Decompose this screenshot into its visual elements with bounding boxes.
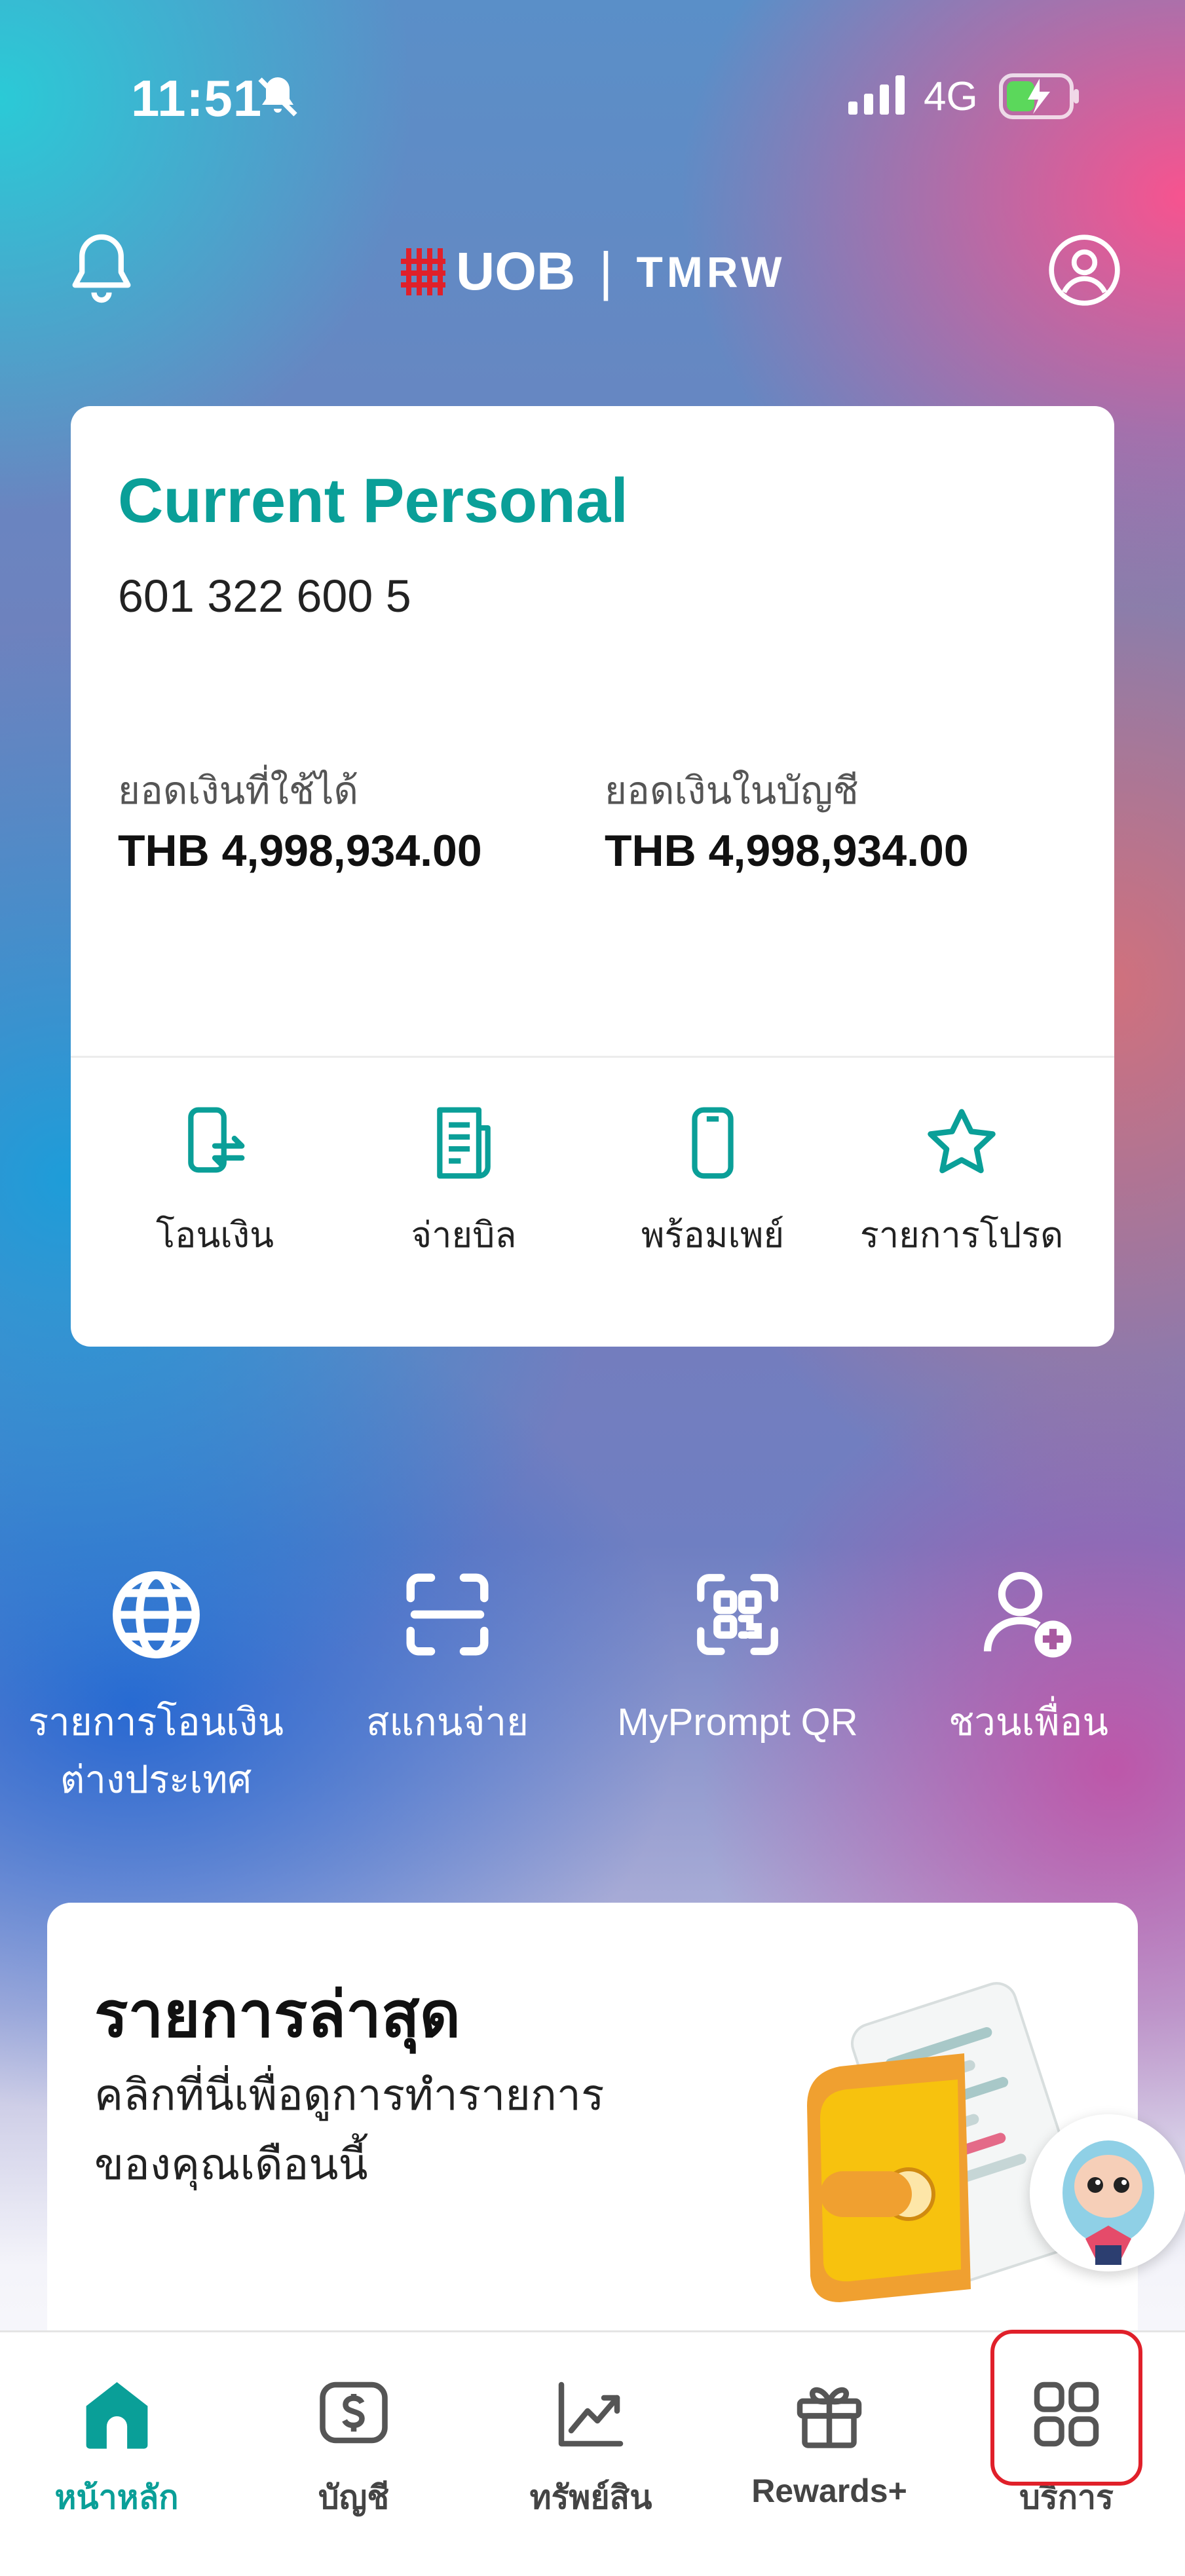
promptpay-button[interactable]: พร้อมเพย์ <box>588 1100 837 1263</box>
myprompt-qr-label: MyPrompt QR <box>617 1701 858 1744</box>
qr-icon <box>593 1559 882 1670</box>
assistant-avatar[interactable] <box>1030 2114 1185 2271</box>
myprompt-qr-button[interactable]: MyPrompt QR <box>593 1559 882 1751</box>
network-type: 4G <box>924 74 978 119</box>
add-friend-icon <box>884 1559 1173 1670</box>
transfer-button[interactable]: โอนเงิน <box>90 1100 339 1263</box>
robot-mascot-icon <box>1063 2140 1154 2265</box>
recent-transactions-card[interactable]: รายการล่าสุด คลิกที่นี่เพื่อดูการทำรายกา… <box>47 1903 1138 2361</box>
nav-rewards[interactable]: Rewards+ <box>731 2332 928 2510</box>
nav-accounts-label: บัญชี <box>318 2479 390 2516</box>
promptpay-label: พร้อมเพย์ <box>641 1216 785 1255</box>
notification-bell-icon[interactable] <box>66 229 138 311</box>
home-screen: 11:51 4G UOB | TMRW Current Personal 601… <box>0 0 1185 2576</box>
pay-bill-label: จ่ายบิล <box>411 1216 517 1255</box>
nav-accounts[interactable]: บัญชี <box>255 2332 452 2524</box>
intl-transfer-label-1: รายการโอนเงิน <box>28 1701 284 1744</box>
pay-bill-button[interactable]: จ่ายบิล <box>339 1100 588 1263</box>
nav-assets-label: ทรัพย์สิน <box>529 2479 652 2516</box>
account-number: 601 322 600 5 <box>118 570 411 622</box>
silent-bell-icon <box>254 73 301 124</box>
nav-home[interactable]: หน้าหลัก <box>18 2332 215 2524</box>
account-card[interactable]: Current Personal 601 322 600 5 ยอดเงินที… <box>71 406 1114 1347</box>
scan-pay-button[interactable]: สแกนจ่าย <box>303 1559 592 1751</box>
invite-friend-label: ชวนเพื่อน <box>948 1701 1109 1744</box>
intl-transfer-label-2: ต่างประเทศ <box>60 1759 252 1801</box>
brand-secondary: TMRW <box>636 248 786 296</box>
recent-subtitle: คลิกที่นี่เพื่อดูการทำรายการ ของคุณเดือน… <box>94 2060 684 2199</box>
ledger-balance-label: ยอดเงินในบัญชี <box>605 770 859 812</box>
nav-home-label: หน้าหลัก <box>54 2479 179 2516</box>
account-title: Current Personal <box>118 466 628 536</box>
battery-icon <box>999 73 1081 122</box>
brand-divider: | <box>599 242 613 301</box>
home-icon <box>18 2368 215 2460</box>
brand-logo: UOB | TMRW <box>400 241 786 303</box>
card-divider <box>71 1056 1114 1058</box>
bill-icon <box>339 1100 588 1185</box>
signal-icon <box>848 75 907 118</box>
globe-icon <box>12 1559 300 1670</box>
uob-mark-icon <box>401 248 445 295</box>
transfer-label: โอนเงิน <box>155 1216 274 1255</box>
services-highlight-box <box>990 2330 1142 2486</box>
mobile-icon <box>588 1100 837 1185</box>
intl-transfer-button[interactable]: รายการโอนเงิน ต่างประเทศ <box>12 1559 300 1809</box>
gift-icon <box>731 2368 928 2460</box>
chart-icon <box>493 2368 689 2460</box>
star-icon <box>837 1100 1086 1185</box>
ledger-balance-value: THB 4,998,934.00 <box>605 826 969 876</box>
favorites-label: รายการโปรด <box>859 1216 1064 1255</box>
available-balance-value: THB 4,998,934.00 <box>118 826 482 876</box>
scan-icon <box>303 1559 592 1670</box>
phone-transfer-icon <box>90 1100 339 1185</box>
favorites-button[interactable]: รายการโปรด <box>837 1100 1086 1263</box>
nav-assets[interactable]: ทรัพย์สิน <box>493 2332 689 2524</box>
invite-friend-button[interactable]: ชวนเพื่อน <box>884 1559 1173 1751</box>
nav-rewards-label: Rewards+ <box>751 2473 907 2509</box>
recent-subtitle-line2: ของคุณเดือนนี้ <box>94 2140 368 2188</box>
available-balance-label: ยอดเงินที่ใช้ได้ <box>118 770 359 812</box>
status-time: 11:51 <box>131 69 263 127</box>
recent-title: รายการล่าสุด <box>94 1980 461 2050</box>
dollar-icon <box>255 2368 452 2460</box>
scan-pay-label: สแกนจ่าย <box>366 1701 529 1744</box>
recent-subtitle-line1: คลิกที่นี่เพื่อดูการทำรายการ <box>94 2070 605 2119</box>
brand-primary: UOB <box>456 242 576 301</box>
profile-icon[interactable] <box>1047 233 1122 311</box>
